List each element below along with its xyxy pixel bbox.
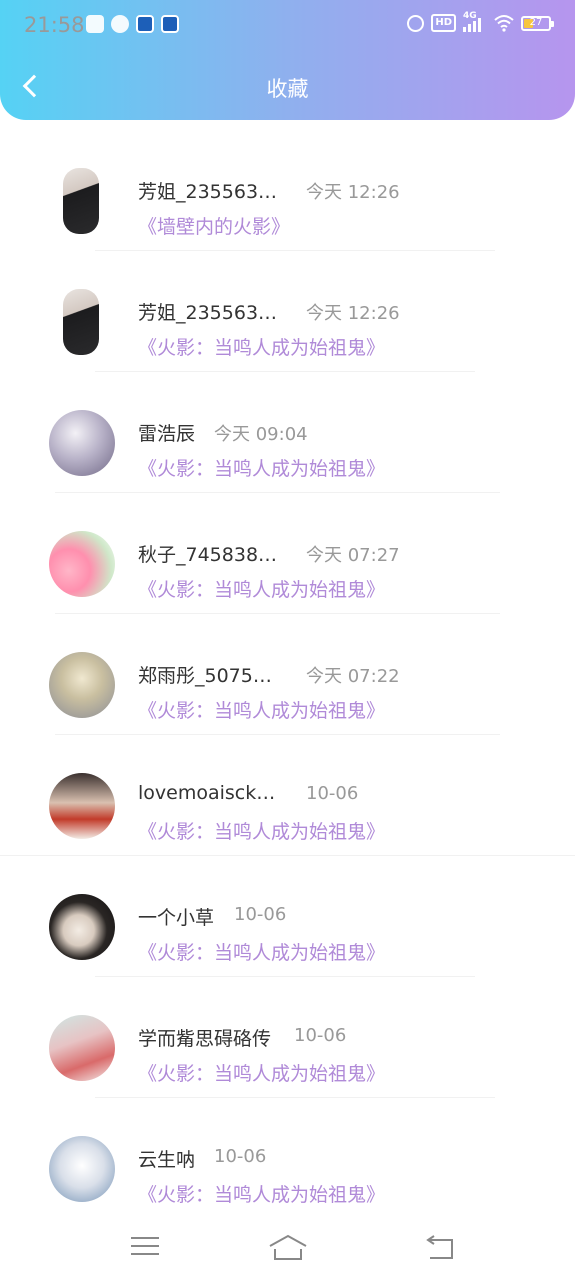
- user-name: 一个小草: [138, 907, 215, 929]
- user-name: 雷浩辰: [138, 423, 196, 445]
- favorite-item[interactable]: 云生呐 10-06 《火影：当鸣人成为始祖鬼》: [0, 1098, 575, 1219]
- status-bar: 21:58 HD 4G 27: [0, 0, 575, 52]
- battery-level: 27: [529, 16, 543, 28]
- post-title-link[interactable]: 《墙壁内的火影》: [138, 212, 290, 239]
- avatar[interactable]: [49, 894, 115, 960]
- avatar[interactable]: [49, 1136, 115, 1202]
- alarm-icon: [407, 14, 425, 32]
- post-title-link[interactable]: 《火影：当鸣人成为始祖鬼》: [138, 575, 385, 602]
- favorite-item[interactable]: 秋子_745838… 今天 07:27 《火影：当鸣人成为始祖鬼》: [0, 493, 575, 614]
- app-notification-icon: [86, 15, 104, 33]
- user-name: lovemoaisck…: [138, 782, 276, 804]
- favorite-time: 10-06: [234, 904, 287, 925]
- favorites-list: 芳姐_235563… 今天 12:26 《墙壁内的火影》 芳姐_235563… 今天 1…: [0, 130, 575, 1219]
- favorite-item[interactable]: 学而觜思碍硌传 10-06 《火影：当鸣人成为始祖鬼》: [0, 977, 575, 1098]
- wifi-icon: [494, 15, 514, 32]
- post-title-link[interactable]: 《火影：当鸣人成为始祖鬼》: [138, 333, 385, 360]
- favorite-time: 今天 12:26: [306, 303, 400, 324]
- post-title-link[interactable]: 《火影：当鸣人成为始祖鬼》: [138, 817, 385, 844]
- favorite-item[interactable]: 雷浩辰 今天 09:04 《火影：当鸣人成为始祖鬼》: [0, 372, 575, 493]
- avatar[interactable]: [49, 1015, 115, 1081]
- avatar[interactable]: [49, 652, 115, 718]
- home-icon[interactable]: [268, 1232, 308, 1262]
- k-app-icon: [136, 15, 154, 33]
- header: 21:58 HD 4G 27 收藏: [0, 0, 575, 120]
- user-name: 秋子_745838…: [138, 544, 278, 566]
- avatar[interactable]: [49, 531, 115, 597]
- favorite-item[interactable]: 芳姐_235563… 今天 12:26 《火影：当鸣人成为始祖鬼》: [0, 251, 575, 372]
- post-title-link[interactable]: 《火影：当鸣人成为始祖鬼》: [138, 938, 385, 965]
- user-name: 芳姐_235563…: [138, 181, 278, 203]
- post-title-link[interactable]: 《火影：当鸣人成为始祖鬼》: [138, 696, 385, 723]
- avatar[interactable]: [63, 168, 99, 234]
- return-icon[interactable]: [422, 1232, 462, 1262]
- post-title-link[interactable]: 《火影：当鸣人成为始祖鬼》: [138, 1059, 385, 1086]
- status-time: 21:58: [24, 13, 85, 37]
- user-name: 云生呐: [138, 1149, 196, 1171]
- chat-notification-icon: [111, 15, 129, 33]
- avatar[interactable]: [49, 773, 115, 839]
- favorite-item[interactable]: 一个小草 10-06 《火影：当鸣人成为始祖鬼》: [0, 856, 575, 977]
- favorite-time: 10-06: [214, 1146, 267, 1167]
- user-name: 郑雨彤_5075…: [138, 665, 272, 687]
- favorite-time: 今天 09:04: [214, 424, 308, 445]
- page-title: 收藏: [266, 77, 309, 101]
- favorite-item[interactable]: 郑雨彤_5075… 今天 07:22 《火影：当鸣人成为始祖鬼》: [0, 614, 575, 735]
- system-nav-bar: [0, 1212, 575, 1280]
- favorite-time: 今天 12:26: [306, 182, 400, 203]
- hd-icon: HD: [431, 14, 456, 32]
- favorite-item[interactable]: lovemoaisck… 10-06 《火影：当鸣人成为始祖鬼》: [0, 735, 575, 856]
- menu-icon[interactable]: [126, 1232, 166, 1262]
- app-notification-icon: [161, 15, 179, 33]
- avatar[interactable]: [63, 289, 99, 355]
- favorite-time: 10-06: [294, 1025, 347, 1046]
- favorite-time: 今天 07:22: [306, 666, 400, 687]
- post-title-link[interactable]: 《火影：当鸣人成为始祖鬼》: [138, 1180, 385, 1207]
- signal-icon: 4G: [463, 11, 487, 32]
- user-name: 学而觜思碍硌传: [138, 1028, 272, 1050]
- user-name: 芳姐_235563…: [138, 302, 278, 324]
- post-title-link[interactable]: 《火影：当鸣人成为始祖鬼》: [138, 454, 385, 481]
- avatar[interactable]: [49, 410, 115, 476]
- status-icons: HD 4G 27: [407, 11, 554, 32]
- favorite-item[interactable]: 芳姐_235563… 今天 12:26 《墙壁内的火影》: [0, 130, 575, 251]
- favorite-time: 今天 07:27: [306, 545, 400, 566]
- notification-icons: [86, 15, 179, 33]
- battery-icon: 27: [521, 15, 554, 31]
- favorite-time: 10-06: [306, 783, 359, 804]
